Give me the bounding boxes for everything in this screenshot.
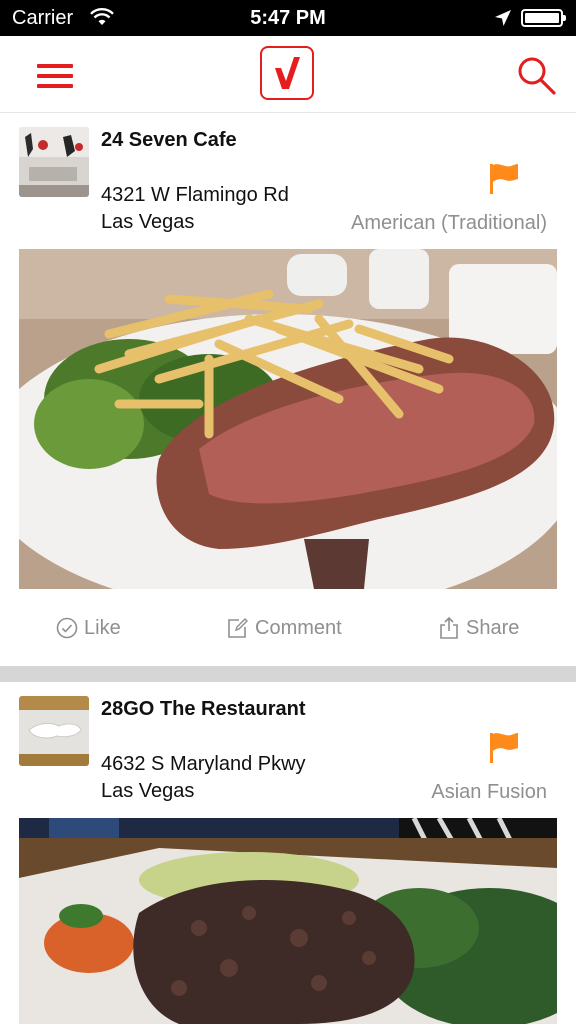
- search-icon: [518, 57, 556, 95]
- battery-icon: [521, 9, 566, 27]
- restaurant-thumbnail[interactable]: [19, 696, 89, 766]
- like-label: Like: [84, 616, 121, 639]
- address-street: 4632 S Maryland Pkwy: [101, 753, 306, 775]
- hamburger-icon: [37, 64, 73, 68]
- flag-icon: [490, 733, 518, 763]
- app-logo-icon[interactable]: [260, 46, 314, 100]
- card-divider: [0, 666, 576, 682]
- edit-icon: [228, 618, 248, 638]
- share-label: Share: [466, 616, 520, 639]
- search-button[interactable]: [514, 54, 558, 98]
- share-button[interactable]: Share: [438, 603, 519, 653]
- restaurant-address: 4321 W Flamingo Rd Las Vegas: [101, 182, 289, 236]
- restaurant-name[interactable]: 28GO The Restaurant: [101, 698, 306, 721]
- flag-button[interactable]: [487, 161, 521, 195]
- location-arrow-icon: [494, 9, 512, 32]
- cuisine-label: Asian Fusion: [431, 781, 547, 803]
- flag-icon: [490, 164, 518, 194]
- menu-button[interactable]: [37, 64, 73, 90]
- food-photo[interactable]: [19, 818, 557, 1024]
- comment-label: Comment: [255, 616, 342, 639]
- feed-card: 24 Seven Cafe 4321 W Flamingo Rd Las Veg…: [0, 113, 576, 666]
- flag-button[interactable]: [487, 730, 521, 764]
- status-bar: Carrier 5:47 PM: [0, 0, 576, 36]
- top-nav-bar: [0, 36, 576, 113]
- address-city: Las Vegas: [101, 780, 195, 802]
- clock: 5:47 PM: [250, 7, 326, 29]
- food-photo[interactable]: [19, 249, 557, 589]
- card-actions: Like Comment Share: [0, 603, 576, 653]
- comment-button[interactable]: Comment: [227, 603, 342, 653]
- restaurant-name[interactable]: 24 Seven Cafe: [101, 129, 237, 152]
- feed-card: 28GO The Restaurant 4632 S Maryland Pkwy…: [0, 682, 576, 1024]
- share-icon: [440, 616, 458, 639]
- address-street: 4321 W Flamingo Rd: [101, 184, 289, 206]
- like-button[interactable]: Like: [56, 603, 121, 653]
- cuisine-label: American (Traditional): [351, 212, 547, 234]
- restaurant-address: 4632 S Maryland Pkwy Las Vegas: [101, 751, 306, 805]
- address-city: Las Vegas: [101, 211, 195, 233]
- restaurant-thumbnail[interactable]: [19, 127, 89, 197]
- check-circle-icon: [56, 617, 78, 639]
